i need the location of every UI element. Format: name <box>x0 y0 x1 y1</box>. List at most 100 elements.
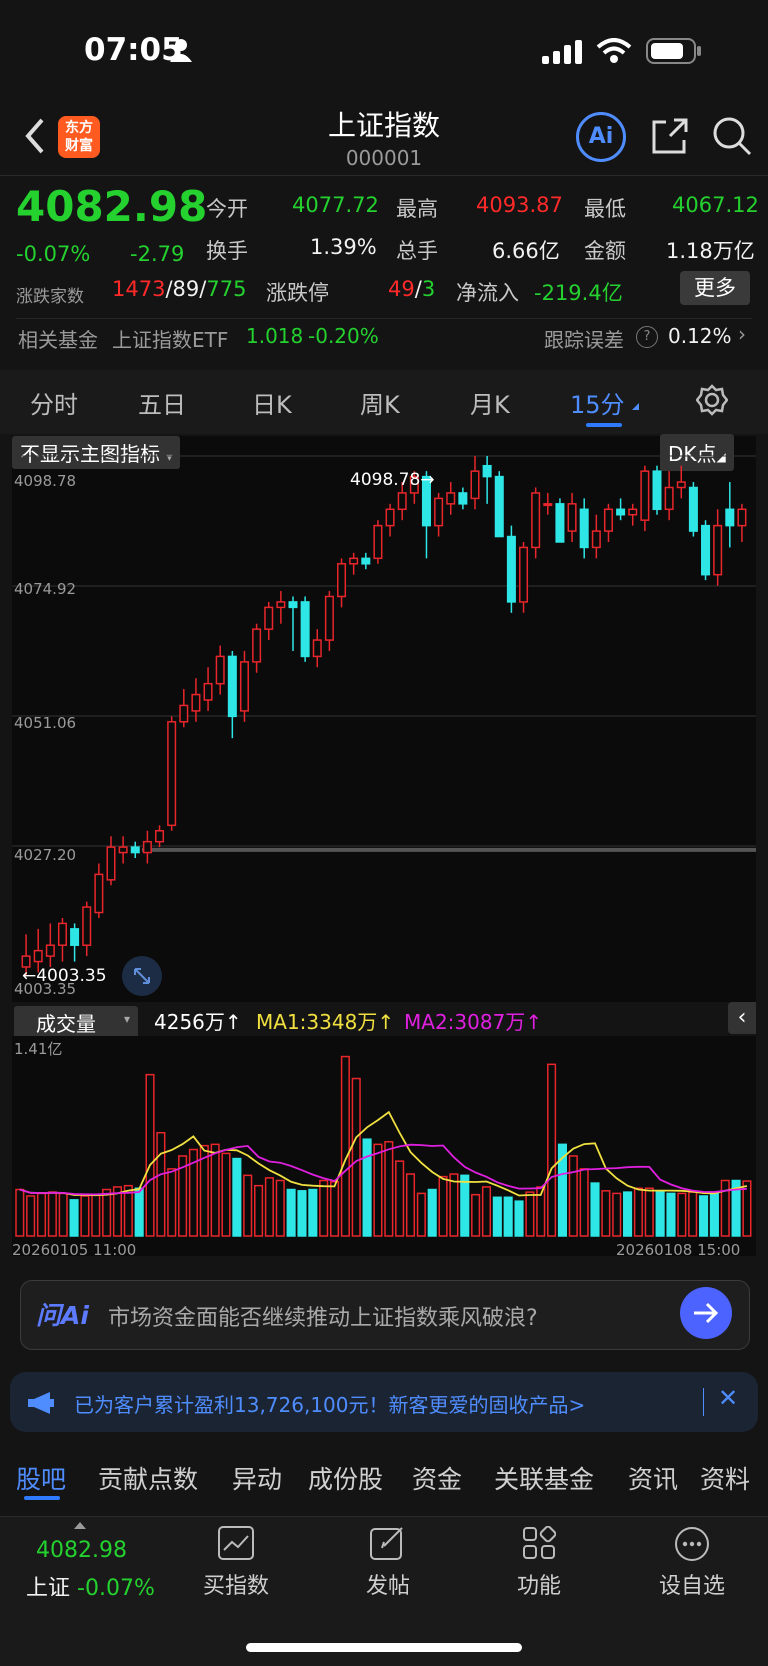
tab-daily-k[interactable]: 日K <box>252 385 292 420</box>
volume-bar <box>232 1157 242 1237</box>
subtab-constituents[interactable]: 成份股 <box>308 1460 383 1496</box>
more-button[interactable]: 更多 <box>680 271 750 305</box>
candle <box>239 650 249 722</box>
volume-bar <box>351 1077 361 1237</box>
date-start-label: 20260105 11:00 <box>12 1241 137 1259</box>
limit-values: 49/3 <box>388 277 436 301</box>
collapse-panel-button[interactable]: ‹ <box>728 1002 756 1034</box>
tab-five-day[interactable]: 五日 <box>138 385 186 420</box>
volume-bar <box>633 1187 643 1237</box>
candle <box>664 471 674 521</box>
subtab-anomaly[interactable]: 异动 <box>232 1460 282 1496</box>
functions-button[interactable]: 功能 <box>484 1568 594 1600</box>
related-fund-row[interactable]: 相关基金 上证指数ETF 1.018 -0.20% 跟踪误差 ? 0.12% › <box>0 318 768 364</box>
help-icon[interactable]: ? <box>636 326 658 348</box>
tab-weekly-k[interactable]: 周K <box>360 385 400 420</box>
search-icon[interactable] <box>710 114 754 158</box>
more-dots-icon[interactable] <box>674 1526 710 1562</box>
volume-bar <box>677 1192 687 1237</box>
tab-monthly-k[interactable]: 月K <box>470 385 510 420</box>
megaphone-icon <box>28 1392 54 1414</box>
amount-value: 1.18万亿 <box>666 239 755 263</box>
candle <box>531 487 541 559</box>
candle <box>118 836 128 864</box>
chart-trend-icon[interactable] <box>218 1526 254 1560</box>
candle <box>45 923 55 968</box>
battery-icon <box>646 38 701 64</box>
ai-brand: 问Ai <box>36 1301 89 1330</box>
breadth-up: 1473 <box>112 277 166 301</box>
volume-bar <box>579 1168 589 1237</box>
turnover-label: 换手 <box>206 239 248 263</box>
add-watchlist-button[interactable]: 设自选 <box>637 1568 747 1600</box>
breadth-label: 涨跌家数 <box>16 287 84 307</box>
settings-icon[interactable] <box>696 384 728 416</box>
ma1-value: MA1:3348万 <box>256 1010 378 1034</box>
share-icon[interactable] <box>650 116 690 156</box>
fund-label: 相关基金 <box>18 328 98 352</box>
subtab-profile[interactable]: 资料 <box>700 1460 750 1496</box>
tab-intraday[interactable]: 分时 <box>30 385 78 420</box>
candle <box>155 825 165 848</box>
ai-prompt-text[interactable]: 市场资金面能否继续推动上证指数乘风破浪? <box>108 1300 538 1332</box>
buy-index-button[interactable]: 买指数 <box>181 1568 291 1600</box>
sub-indicator-dropdown[interactable]: 成交量 ▾ <box>14 1006 138 1039</box>
ma2-line <box>19 1143 747 1196</box>
subtab-indicator <box>24 1496 60 1500</box>
ai-button[interactable]: Ai <box>576 112 626 162</box>
volume-bar <box>58 1192 68 1237</box>
candle <box>446 482 456 515</box>
tab-15min[interactable]: 15分 <box>570 385 625 420</box>
candle <box>567 492 577 542</box>
volume-bar <box>373 1143 383 1237</box>
volume-bar <box>243 1174 253 1237</box>
post-button[interactable]: 发帖 <box>333 1568 443 1600</box>
volume-bar <box>156 1131 166 1237</box>
candle <box>300 596 310 662</box>
active-tab-indicator <box>586 423 622 427</box>
volume-value: 6.66亿 <box>492 239 560 263</box>
candle <box>725 482 735 548</box>
volume-bar <box>340 1055 350 1237</box>
subtab-news[interactable]: 资讯 <box>628 1460 678 1496</box>
volume-bar <box>698 1195 709 1237</box>
ai-submit-button[interactable] <box>680 1287 732 1339</box>
volume-bar <box>134 1187 144 1237</box>
candle <box>519 541 529 613</box>
subtab-contribution[interactable]: 贡献点数 <box>98 1460 198 1496</box>
subtab-funds-flow[interactable]: 资金 <box>412 1460 462 1496</box>
grid-apps-icon[interactable] <box>522 1526 556 1560</box>
candle <box>688 482 698 537</box>
promo-text[interactable]: 已为客户累计盈利13,726,100元！新客更爱的固收产品> <box>74 1389 585 1418</box>
volume-bar <box>514 1200 524 1237</box>
candle <box>470 456 480 510</box>
candlestick-plot <box>12 455 756 976</box>
candle <box>361 552 371 570</box>
fund-change: -0.20% <box>308 324 379 348</box>
bottom-quote[interactable]: 上证 -0.07% <box>26 1570 155 1602</box>
volume-bar <box>481 1186 492 1237</box>
date-end-label: 20260108 15:00 <box>616 1241 741 1259</box>
edit-icon[interactable] <box>370 1526 406 1560</box>
candle <box>130 841 140 859</box>
limit-down: 3 <box>421 277 436 301</box>
max-price-marker: 4098.78→ <box>350 470 435 490</box>
volume-bar <box>438 1175 448 1237</box>
volume-plot <box>15 1055 752 1237</box>
close-icon[interactable]: ✕ <box>718 1384 738 1412</box>
turnover-value: 1.39% <box>310 235 377 259</box>
volume-bar <box>47 1191 57 1237</box>
limit-label: 涨跌停 <box>266 281 329 305</box>
wifi-icon <box>596 38 632 63</box>
candle <box>227 650 237 739</box>
candle <box>652 465 662 515</box>
volume-bar <box>709 1191 719 1237</box>
caret-up-icon[interactable] <box>74 1522 86 1529</box>
candle <box>579 498 589 559</box>
ma1-label: MA1:3348万↑ <box>256 1010 395 1034</box>
expand-chart-button[interactable] <box>122 956 162 996</box>
subtab-guba[interactable]: 股吧 <box>16 1460 66 1496</box>
high-value: 4093.87 <box>476 193 563 217</box>
subtab-related-funds[interactable]: 关联基金 <box>494 1460 594 1496</box>
volume-value-label: 4256万↑ <box>154 1010 242 1034</box>
